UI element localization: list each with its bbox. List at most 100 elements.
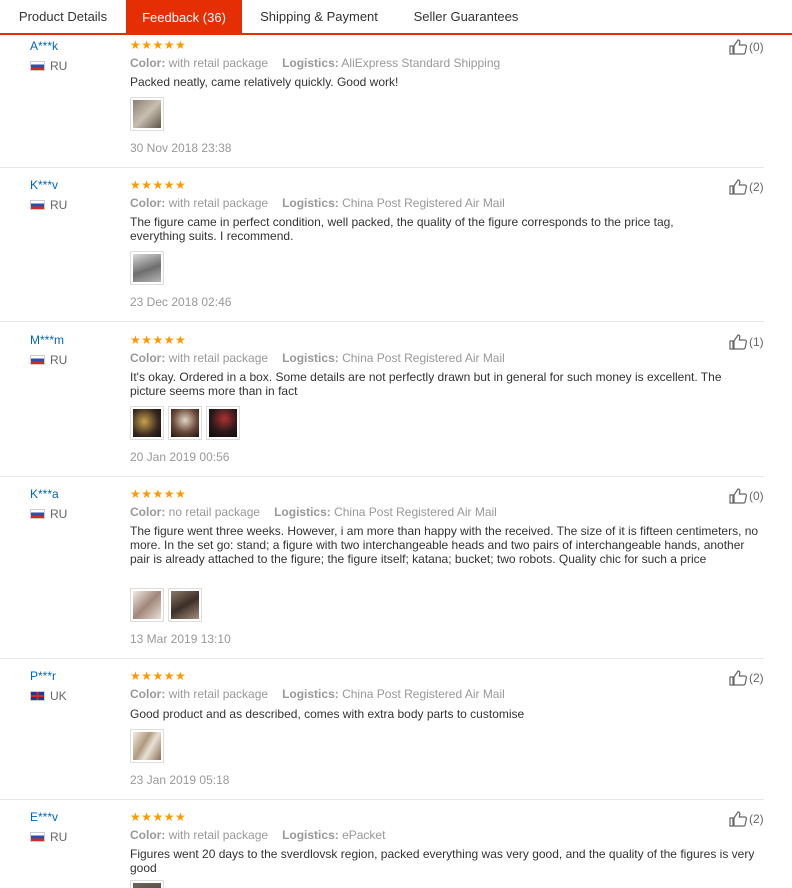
logistics-value: China Post Registered Air Mail bbox=[342, 351, 505, 365]
buyer-name[interactable]: M***m bbox=[30, 333, 64, 347]
buyer-country: RU bbox=[30, 507, 67, 521]
color-label: Color: bbox=[130, 505, 166, 519]
logistics-value: China Post Registered Air Mail bbox=[342, 687, 505, 701]
star-rating: ★★★★★ bbox=[130, 178, 187, 192]
review-photo-thumbnail[interactable] bbox=[130, 729, 164, 763]
review-date: 23 Jan 2019 05:18 bbox=[130, 773, 230, 787]
logistics-label: Logistics: bbox=[282, 56, 339, 70]
helpful-button[interactable]: (2) bbox=[729, 179, 764, 195]
order-info: Color: with retail package Logistics: Ali… bbox=[130, 56, 500, 70]
review-photos bbox=[130, 406, 240, 440]
flag-icon bbox=[30, 691, 45, 701]
buyer-country: RU bbox=[30, 830, 67, 844]
flag-icon bbox=[30, 61, 45, 71]
logistics-value: AliExpress Standard Shipping bbox=[341, 56, 501, 70]
review-text: It's okay. Ordered in a box. Some detail… bbox=[130, 370, 722, 398]
tab-bar: Product Details Feedback (36) Shipping &… bbox=[0, 0, 792, 35]
logistics-label: Logistics: bbox=[274, 505, 331, 519]
review-photo-thumbnail[interactable] bbox=[130, 406, 164, 440]
review-photo-thumbnail[interactable] bbox=[130, 880, 164, 888]
flag-icon bbox=[30, 355, 45, 365]
review-photo-thumbnail[interactable] bbox=[130, 588, 164, 622]
color-label: Color: bbox=[130, 828, 166, 842]
star-rating: ★★★★★ bbox=[130, 38, 187, 52]
thumbs-up-icon bbox=[729, 811, 747, 827]
logistics-label: Logistics: bbox=[282, 196, 339, 210]
color-label: Color: bbox=[130, 196, 166, 210]
tab-product-details[interactable]: Product Details bbox=[0, 0, 126, 33]
buyer-name[interactable]: A***k bbox=[30, 39, 58, 53]
review-date: 30 Nov 2018 23:38 bbox=[130, 141, 232, 155]
review-text: Figures went 20 days to the sverdlovsk r… bbox=[130, 847, 755, 875]
order-info: Color: with retail package Logistics: Chi… bbox=[130, 687, 505, 701]
color-value: no retail package bbox=[168, 505, 261, 519]
logistics-value: China Post Registered Air Mail bbox=[334, 505, 497, 519]
color-value: with retail package bbox=[168, 196, 269, 210]
color-value: with retail package bbox=[168, 56, 269, 70]
thumbs-up-icon bbox=[729, 670, 747, 686]
country-code: RU bbox=[50, 59, 68, 73]
buyer-country: RU bbox=[30, 353, 67, 367]
logistics-value: China Post Registered Air Mail bbox=[342, 196, 505, 210]
review-item: A***k RU ★★★★★ Color: with retail packag… bbox=[0, 35, 764, 168]
review-photos bbox=[130, 880, 164, 888]
country-code: RU bbox=[50, 198, 68, 212]
color-value: with retail package bbox=[168, 828, 269, 842]
order-info: Color: with retail package Logistics: ePa… bbox=[130, 828, 385, 842]
order-info: Color: with retail package Logistics: Chi… bbox=[130, 196, 505, 210]
review-photos bbox=[130, 251, 164, 285]
review-text: Good product and as described, comes wit… bbox=[130, 707, 525, 721]
thumbs-up-icon bbox=[729, 39, 747, 55]
review-date: 13 Mar 2019 13:10 bbox=[130, 632, 231, 646]
country-code: UK bbox=[50, 689, 67, 703]
review-item: P***r UK ★★★★★ Color: with retail packag… bbox=[0, 659, 764, 800]
review-item: K***a RU ★★★★★ Color: no retail package L… bbox=[0, 477, 764, 659]
thumbs-up-icon bbox=[729, 179, 747, 195]
review-date: 20 Jan 2019 00:56 bbox=[130, 450, 230, 464]
flag-icon bbox=[30, 832, 45, 842]
buyer-name[interactable]: P***r bbox=[30, 669, 56, 683]
flag-icon bbox=[30, 509, 45, 519]
helpful-button[interactable]: (0) bbox=[729, 488, 764, 504]
buyer-country: UK bbox=[30, 689, 67, 703]
star-rating: ★★★★★ bbox=[130, 669, 187, 683]
buyer-country: RU bbox=[30, 198, 67, 212]
review-photo-thumbnail[interactable] bbox=[130, 97, 164, 131]
logistics-label: Logistics: bbox=[282, 351, 339, 365]
buyer-name[interactable]: E***v bbox=[30, 810, 58, 824]
flag-icon bbox=[30, 200, 45, 210]
color-value: with retail package bbox=[168, 687, 269, 701]
helpful-button[interactable]: (1) bbox=[729, 334, 764, 350]
review-photos bbox=[130, 729, 164, 763]
star-rating: ★★★★★ bbox=[130, 487, 187, 501]
thumbs-up-icon bbox=[729, 488, 747, 504]
review-photo-thumbnail[interactable] bbox=[168, 588, 202, 622]
country-code: RU bbox=[50, 507, 68, 521]
review-photos bbox=[130, 588, 202, 622]
tab-shipping-payment[interactable]: Shipping & Payment bbox=[242, 0, 396, 33]
tab-feedback[interactable]: Feedback (36) bbox=[126, 0, 242, 35]
tab-seller-guarantees[interactable]: Seller Guarantees bbox=[396, 0, 536, 33]
logistics-label: Logistics: bbox=[282, 828, 339, 842]
review-photo-thumbnail[interactable] bbox=[168, 406, 202, 440]
review-date: 23 Dec 2018 02:46 bbox=[130, 295, 232, 309]
review-photos bbox=[130, 97, 164, 131]
buyer-name[interactable]: K***v bbox=[30, 178, 58, 192]
review-photo-thumbnail[interactable] bbox=[206, 406, 240, 440]
color-label: Color: bbox=[130, 687, 166, 701]
buyer-name[interactable]: K***a bbox=[30, 487, 59, 501]
review-item: E***v RU ★★★★★ Color: with retail packag… bbox=[0, 800, 764, 888]
helpful-button[interactable]: (0) bbox=[729, 39, 764, 55]
helpful-count: (2) bbox=[749, 180, 764, 194]
review-photo-thumbnail[interactable] bbox=[130, 251, 164, 285]
star-rating: ★★★★★ bbox=[130, 333, 187, 347]
helpful-button[interactable]: (2) bbox=[729, 811, 764, 827]
review-item: M***m RU ★★★★★ Color: with retail packag… bbox=[0, 322, 764, 477]
logistics-label: Logistics: bbox=[282, 687, 339, 701]
buyer-country: RU bbox=[30, 59, 67, 73]
helpful-button[interactable]: (2) bbox=[729, 670, 764, 686]
helpful-count: (2) bbox=[749, 671, 764, 685]
country-code: RU bbox=[50, 830, 68, 844]
order-info: Color: no retail package Logistics: China… bbox=[130, 505, 497, 519]
color-label: Color: bbox=[130, 56, 166, 70]
